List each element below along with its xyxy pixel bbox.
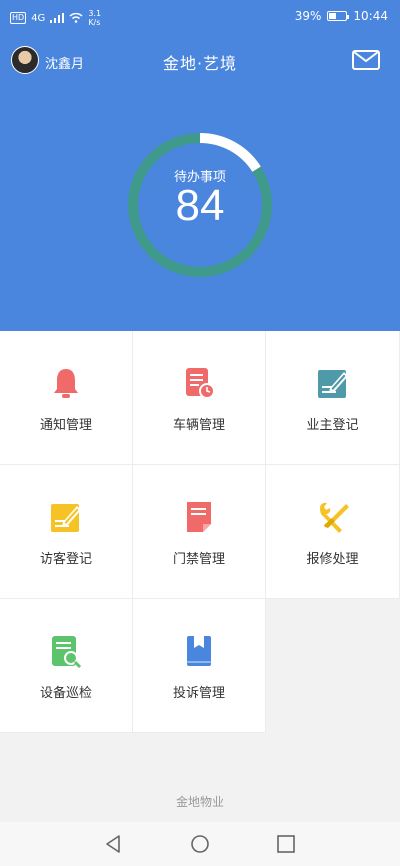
menu-item-label: 报修处理 <box>306 552 359 567</box>
menu-item-notice[interactable]: 通知管理 <box>0 331 133 465</box>
menu-item-label: 门禁管理 <box>172 552 225 567</box>
network-type: 4G <box>31 12 46 24</box>
document-clock-icon <box>186 368 215 399</box>
speed-value: 3.1 <box>88 9 102 18</box>
menu-item-repair[interactable]: 报修处理 <box>266 465 400 599</box>
page-title: 金地·艺境 <box>162 54 238 73</box>
menu-item-owner-register[interactable]: 业主登记 <box>266 331 400 465</box>
menu-item-equipment-inspection[interactable]: 设备巡检 <box>0 599 133 733</box>
battery-icon <box>327 11 350 21</box>
menu-item-vehicle[interactable]: 车辆管理 <box>133 331 266 465</box>
menu-item-label: 投诉管理 <box>172 686 225 701</box>
wrench-screwdriver-icon <box>319 502 349 533</box>
pending-count: 84 <box>175 181 225 230</box>
hd-badge: HD <box>10 12 27 24</box>
app-bar: 沈鑫月 金地·艺境 <box>0 40 400 84</box>
menu-item-access-control[interactable]: 门禁管理 <box>133 465 266 599</box>
menu-item-label: 设备巡检 <box>39 686 92 701</box>
header: HD 4G 3.1 K/s 39% 10:44 沈鑫月 金地·艺境 待办事项 8… <box>0 0 400 331</box>
signal-icon <box>50 13 65 23</box>
menu-item-label: 车辆管理 <box>172 418 225 433</box>
speed-unit: K/s <box>88 18 101 27</box>
edit-icon <box>317 370 348 398</box>
menu-item-label: 通知管理 <box>39 418 92 433</box>
document-icon <box>187 502 211 532</box>
home-icon[interactable] <box>190 834 210 854</box>
company-footer: 金地物业 <box>175 795 224 809</box>
wifi-icon <box>69 13 83 23</box>
edit-icon <box>51 504 81 532</box>
recents-icon[interactable] <box>276 834 296 854</box>
network-speed: 3.1 K/s <box>88 9 101 27</box>
status-bar: HD 4G 3.1 K/s 39% 10:44 <box>0 0 400 34</box>
bell-icon <box>54 369 78 398</box>
system-nav-bar <box>0 822 400 866</box>
document-search-icon <box>52 636 82 668</box>
menu-item-label: 业主登记 <box>306 418 359 433</box>
back-icon[interactable] <box>104 834 124 854</box>
menu-item-complaint[interactable]: 投诉管理 <box>133 599 266 733</box>
battery-percent: 39% <box>294 9 322 23</box>
clock: 10:44 <box>353 9 388 23</box>
empty-cell <box>266 599 400 733</box>
menu-item-visitor-register[interactable]: 访客登记 <box>0 465 133 599</box>
menu-item-label: 访客登记 <box>39 552 92 567</box>
book-icon <box>187 636 211 666</box>
mail-icon[interactable] <box>352 50 380 70</box>
